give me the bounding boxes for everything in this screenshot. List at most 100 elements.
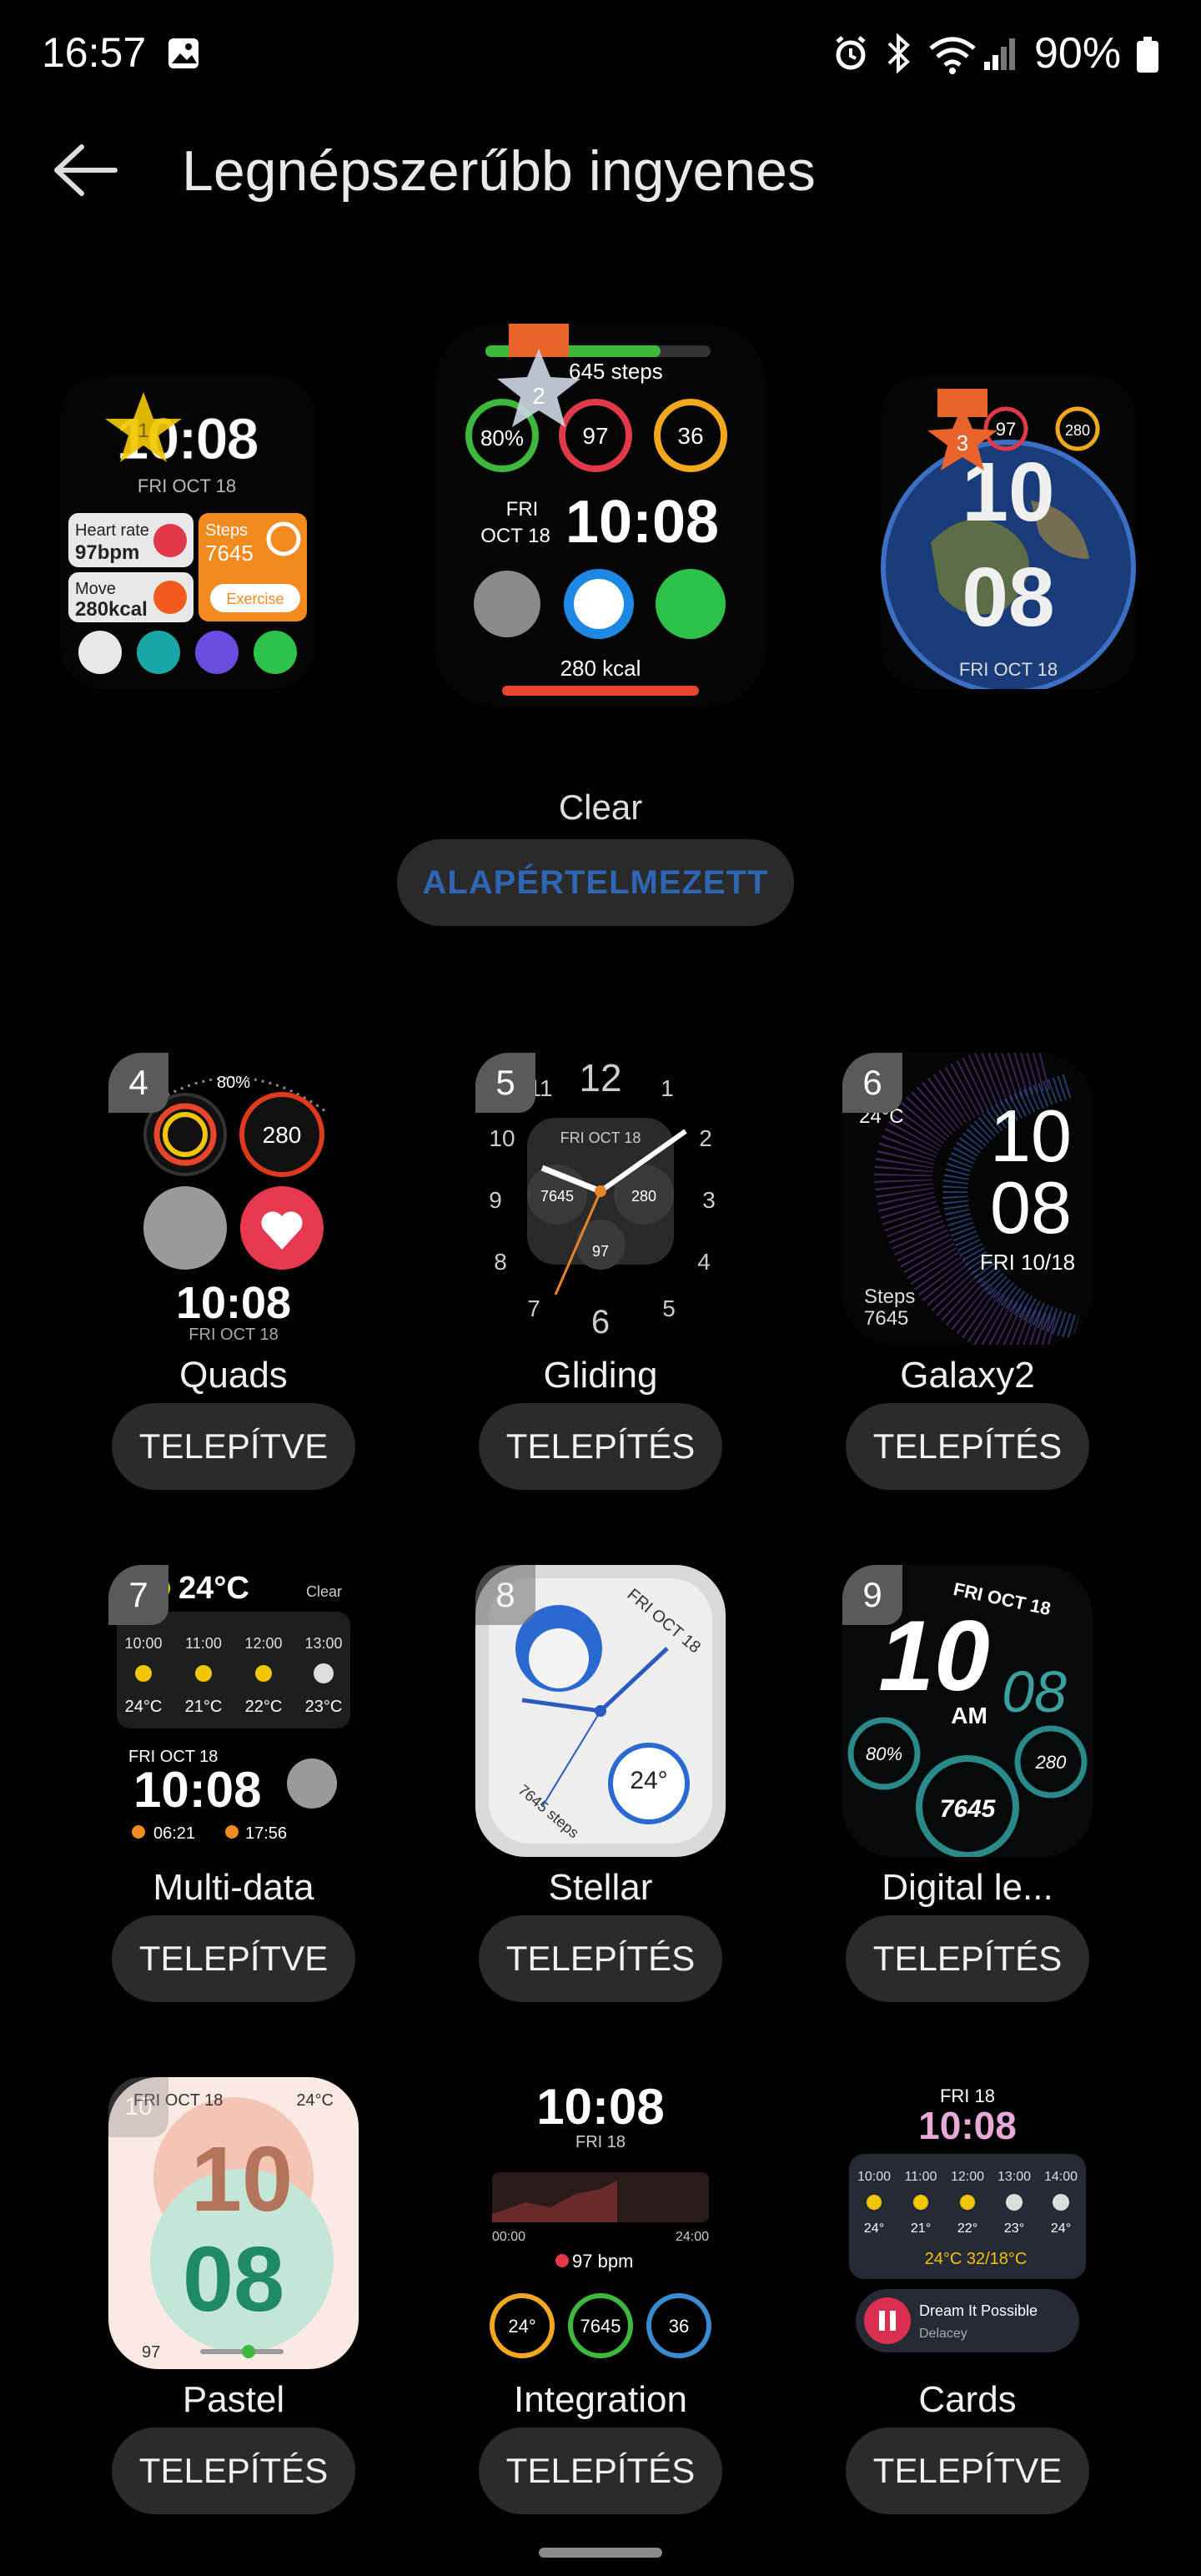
svg-text:7645: 7645: [540, 1188, 574, 1205]
install-button[interactable]: TELEPÍTÉS: [846, 1915, 1089, 2002]
svg-text:7645: 7645: [205, 541, 254, 566]
svg-text:24°: 24°: [864, 2221, 884, 2236]
svg-text:9: 9: [489, 1187, 502, 1213]
svg-text:22°C: 22°C: [245, 1698, 283, 1716]
featured-face-left[interactable]: 10:08 FRI OCT 18 Heart rate 97bpm Steps …: [60, 375, 315, 689]
watch-face-name: Digital le...: [882, 1867, 1053, 1908]
svg-text:97: 97: [142, 2343, 160, 2362]
install-button[interactable]: TELEPÍTVE: [112, 1403, 355, 1490]
svg-text:24°C: 24°C: [125, 1698, 163, 1716]
rank-badge: 4: [108, 1053, 168, 1113]
svg-text:22°: 22°: [957, 2221, 977, 2236]
watch-face-cards[interactable]: FRI 18 10:08 10:00 11:00 12:00 13:00 14:…: [842, 2077, 1093, 2369]
featured-face-center[interactable]: 645 steps 80% 97 36 FRI OCT 18 10:08 280…: [435, 324, 766, 707]
install-button[interactable]: TELEPÍTÉS: [479, 1915, 722, 2002]
wifi-icon: [927, 33, 977, 79]
svg-text:80%: 80%: [866, 1743, 902, 1764]
svg-text:36: 36: [677, 423, 703, 449]
battery-level: 90%: [1034, 29, 1122, 78]
svg-text:97bpm: 97bpm: [75, 541, 139, 564]
rank-badge: 9: [842, 1565, 902, 1625]
svg-text:280 kcal: 280 kcal: [560, 656, 641, 681]
svg-text:10:08: 10:08: [133, 1762, 261, 1818]
watch-face-integration[interactable]: 10:08 FRI 18 00:00 24:00 97 bpm 24° 7645…: [475, 2077, 726, 2369]
svg-text:6: 6: [591, 1304, 610, 1341]
featured-face-label: Clear: [558, 787, 643, 827]
install-button[interactable]: TELEPÍTVE: [112, 1915, 355, 2002]
svg-text:FRI OCT 18: FRI OCT 18: [560, 1130, 641, 1146]
svg-text:1: 1: [661, 1075, 674, 1101]
svg-text:7645: 7645: [864, 1307, 908, 1330]
svg-text:Dream It Possible: Dream It Possible: [919, 2302, 1038, 2319]
svg-text:FRI 10/18: FRI 10/18: [980, 1250, 1075, 1275]
svg-text:7: 7: [527, 1296, 540, 1321]
rank-badge: 10: [108, 2077, 168, 2137]
svg-text:10:08: 10:08: [176, 1278, 291, 1328]
svg-text:Steps: Steps: [864, 1285, 915, 1308]
watch-face-name: Integration: [514, 2379, 687, 2420]
watch-face-name: Quads: [179, 1355, 288, 1396]
svg-text:24°C: 24°C: [178, 1571, 249, 1606]
svg-text:3: 3: [702, 1187, 716, 1213]
svg-text:7645: 7645: [940, 1795, 997, 1823]
set-default-button[interactable]: ALAPÉRTELMEZETT: [397, 839, 794, 926]
install-button[interactable]: TELEPÍTÉS: [112, 2428, 355, 2514]
svg-text:24:00: 24:00: [676, 2230, 709, 2244]
svg-text:FRI OCT 18: FRI OCT 18: [188, 1326, 278, 1344]
svg-text:13:00: 13:00: [997, 2170, 1031, 2184]
svg-text:08: 08: [183, 2228, 284, 2331]
svg-text:97: 97: [996, 419, 1016, 440]
svg-text:24°C 32/18°C: 24°C 32/18°C: [925, 2250, 1028, 2268]
svg-text:12:00: 12:00: [951, 2170, 984, 2184]
svg-text:280: 280: [1035, 1752, 1067, 1773]
svg-text:8: 8: [494, 1249, 507, 1275]
install-button[interactable]: TELEPÍTVE: [846, 2428, 1089, 2514]
svg-text:Delacey: Delacey: [919, 2327, 967, 2341]
svg-text:23°: 23°: [1004, 2221, 1024, 2236]
svg-text:12:00: 12:00: [244, 1635, 282, 1652]
install-button[interactable]: TELEPÍTÉS: [479, 1403, 722, 1490]
page-title: Legnépszerűbb ingyenes: [182, 139, 816, 203]
featured-face-right[interactable]: 97 280 10 08 FRI OCT 18 3: [881, 375, 1136, 689]
watch-face-name: Multi-data: [153, 1867, 314, 1908]
svg-text:97 bpm: 97 bpm: [572, 2251, 633, 2272]
status-bar: 16:57 90%: [0, 0, 1201, 100]
svg-text:24°: 24°: [630, 1767, 667, 1794]
svg-text:10: 10: [489, 1125, 515, 1151]
svg-text:10: 10: [990, 1094, 1072, 1177]
svg-text:36: 36: [669, 2316, 689, 2337]
svg-text:08: 08: [990, 1166, 1072, 1249]
svg-text:10:00: 10:00: [857, 2170, 891, 2184]
svg-text:24°: 24°: [508, 2316, 535, 2337]
svg-text:Exercise: Exercise: [226, 591, 284, 607]
svg-text:24°: 24°: [1051, 2221, 1071, 2236]
watch-face-name: Cards: [918, 2379, 1017, 2420]
svg-text:280: 280: [263, 1122, 302, 1148]
svg-text:13:00: 13:00: [304, 1635, 342, 1652]
install-button[interactable]: TELEPÍTÉS: [479, 2428, 722, 2514]
svg-text:280: 280: [631, 1188, 656, 1205]
svg-text:08: 08: [962, 551, 1054, 644]
svg-text:23°C: 23°C: [305, 1698, 343, 1716]
back-button[interactable]: [50, 140, 125, 199]
svg-text:12: 12: [579, 1056, 621, 1099]
svg-text:10:08: 10:08: [918, 2104, 1017, 2147]
arrow-left-icon: [54, 144, 118, 196]
signal-icon: [982, 37, 1018, 76]
svg-text:FRI OCT 18: FRI OCT 18: [959, 659, 1058, 680]
install-button[interactable]: TELEPÍTÉS: [846, 1403, 1089, 1490]
navigation-handle[interactable]: [539, 2548, 662, 2558]
battery-icon: [1136, 37, 1159, 78]
svg-text:1: 1: [138, 420, 148, 442]
svg-text:10:00: 10:00: [124, 1635, 162, 1652]
svg-text:4: 4: [697, 1249, 711, 1275]
svg-text:17:56: 17:56: [245, 1824, 287, 1843]
svg-text:280: 280: [1065, 422, 1090, 439]
svg-text:21°C: 21°C: [185, 1698, 223, 1716]
image-notification-icon: [167, 37, 200, 70]
svg-text:2: 2: [699, 1125, 712, 1151]
bluetooth-icon: [882, 32, 916, 79]
svg-text:11:00: 11:00: [185, 1635, 222, 1652]
svg-text:2: 2: [532, 383, 545, 409]
rank-badge: 7: [108, 1565, 168, 1625]
